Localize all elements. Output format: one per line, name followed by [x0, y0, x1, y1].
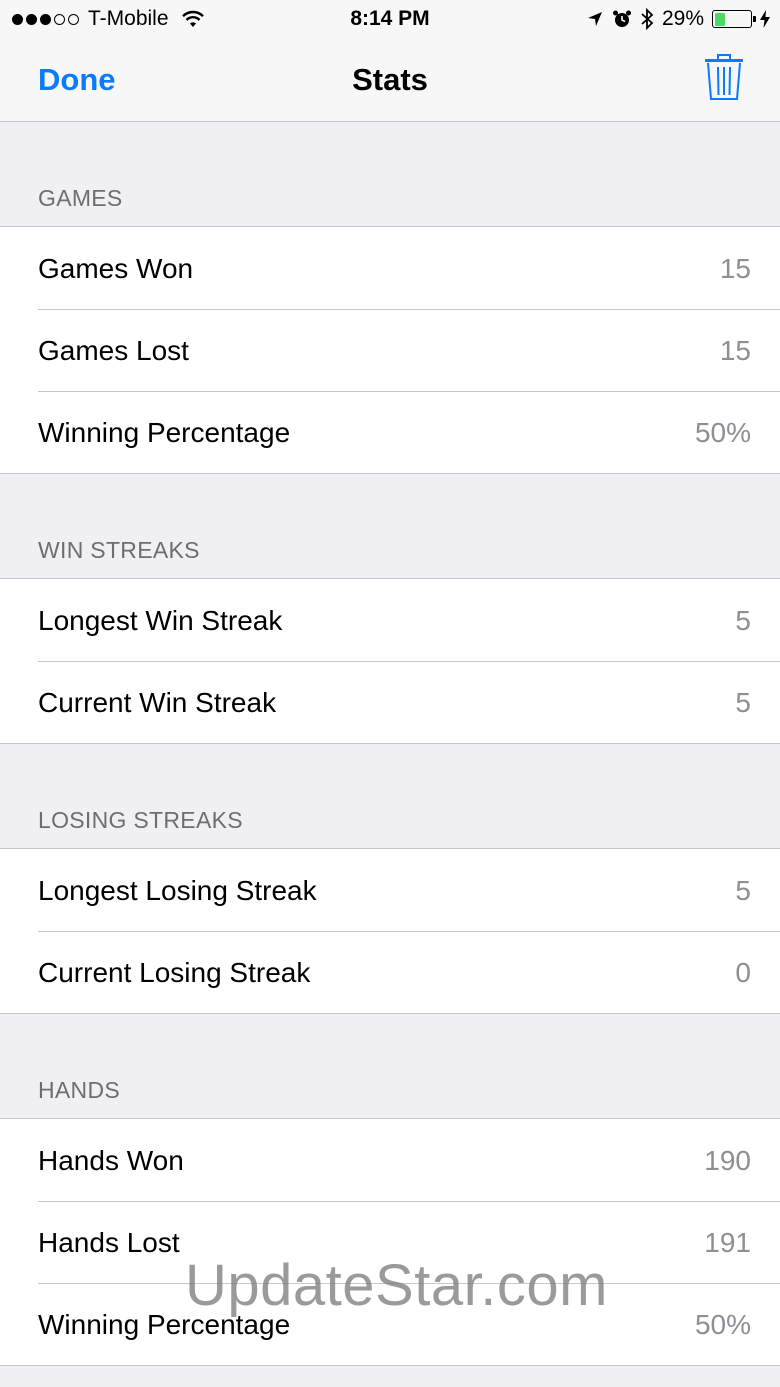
stat-row-longest-win-streak: Longest Win Streak 5 — [0, 579, 780, 661]
section-header-label: WIN STREAKS — [38, 537, 200, 563]
stats-list: GAMES Games Won 15 Games Lost 15 Winning… — [0, 122, 780, 1366]
section-hands: Hands Won 190 Hands Lost 191 Winning Per… — [0, 1118, 780, 1366]
stat-label: Games Won — [38, 253, 194, 284]
stat-value: 5 — [735, 687, 751, 718]
stat-value: 50% — [694, 417, 751, 448]
stat-row-hands-won: Hands Won 190 — [0, 1119, 780, 1201]
stat-label: Hands Lost — [38, 1227, 180, 1258]
stat-row-current-win-streak: Current Win Streak 5 — [0, 661, 780, 743]
section-games: Games Won 15 Games Lost 15 Winning Perce… — [0, 226, 780, 474]
section-header-label: GAMES — [38, 185, 123, 211]
battery-level — [714, 12, 725, 26]
stat-label: Hands Won — [38, 1145, 184, 1176]
section-header-label: HANDS — [38, 1077, 121, 1103]
stat-label: Current Win Streak — [38, 687, 277, 718]
stat-row-games-winning-percentage: Winning Percentage 50% — [0, 391, 780, 473]
battery-icon — [712, 10, 756, 28]
page-title: Stats — [352, 62, 428, 97]
stat-label: Games Lost — [38, 335, 189, 366]
location-arrow-icon — [587, 12, 602, 26]
stat-value: 50% — [694, 1309, 751, 1340]
watermark: UpdateStar.com — [185, 1253, 608, 1318]
stat-row-longest-losing-streak: Longest Losing Streak 5 — [0, 849, 780, 931]
charging-bolt-icon — [760, 10, 770, 28]
stat-row-games-lost: Games Lost 15 — [0, 309, 780, 391]
stat-value: 5 — [735, 605, 751, 636]
stat-label: Longest Losing Streak — [38, 875, 317, 906]
battery-tip — [753, 16, 756, 22]
battery-percent: 29% — [661, 7, 704, 30]
status-right: 29% — [578, 7, 770, 31]
stat-row-current-losing-streak: Current Losing Streak 0 — [0, 931, 780, 1013]
section-header-hands: HANDS — [0, 1014, 780, 1118]
stat-value: 190 — [704, 1145, 751, 1176]
section-header-label: LOSING STREAKS — [38, 807, 243, 833]
stat-value: 5 — [735, 875, 751, 906]
stat-label: Winning Percentage — [38, 417, 291, 448]
stat-value: 191 — [704, 1227, 751, 1258]
trash-icon[interactable] — [704, 52, 744, 102]
alarm-icon — [612, 10, 631, 27]
section-header-win-streaks: WIN STREAKS — [0, 474, 780, 578]
section-header-games: GAMES — [0, 122, 780, 226]
section-losing-streaks: Longest Losing Streak 5 Current Losing S… — [0, 848, 780, 1014]
status-bar: T-Mobile 8:14 PM 29% — [0, 0, 780, 40]
stat-value: 0 — [735, 957, 751, 988]
section-win-streaks: Longest Win Streak 5 Current Win Streak … — [0, 578, 780, 744]
navigation-bar: Done Stats — [0, 40, 780, 122]
bluetooth-icon — [641, 8, 654, 30]
stat-label: Current Losing Streak — [38, 957, 311, 988]
stat-row-games-won: Games Won 15 — [0, 227, 780, 309]
section-header-losing-streaks: LOSING STREAKS — [0, 744, 780, 848]
stat-label: Longest Win Streak — [38, 605, 283, 636]
stat-value: 15 — [719, 335, 751, 366]
stat-value: 15 — [719, 253, 751, 284]
